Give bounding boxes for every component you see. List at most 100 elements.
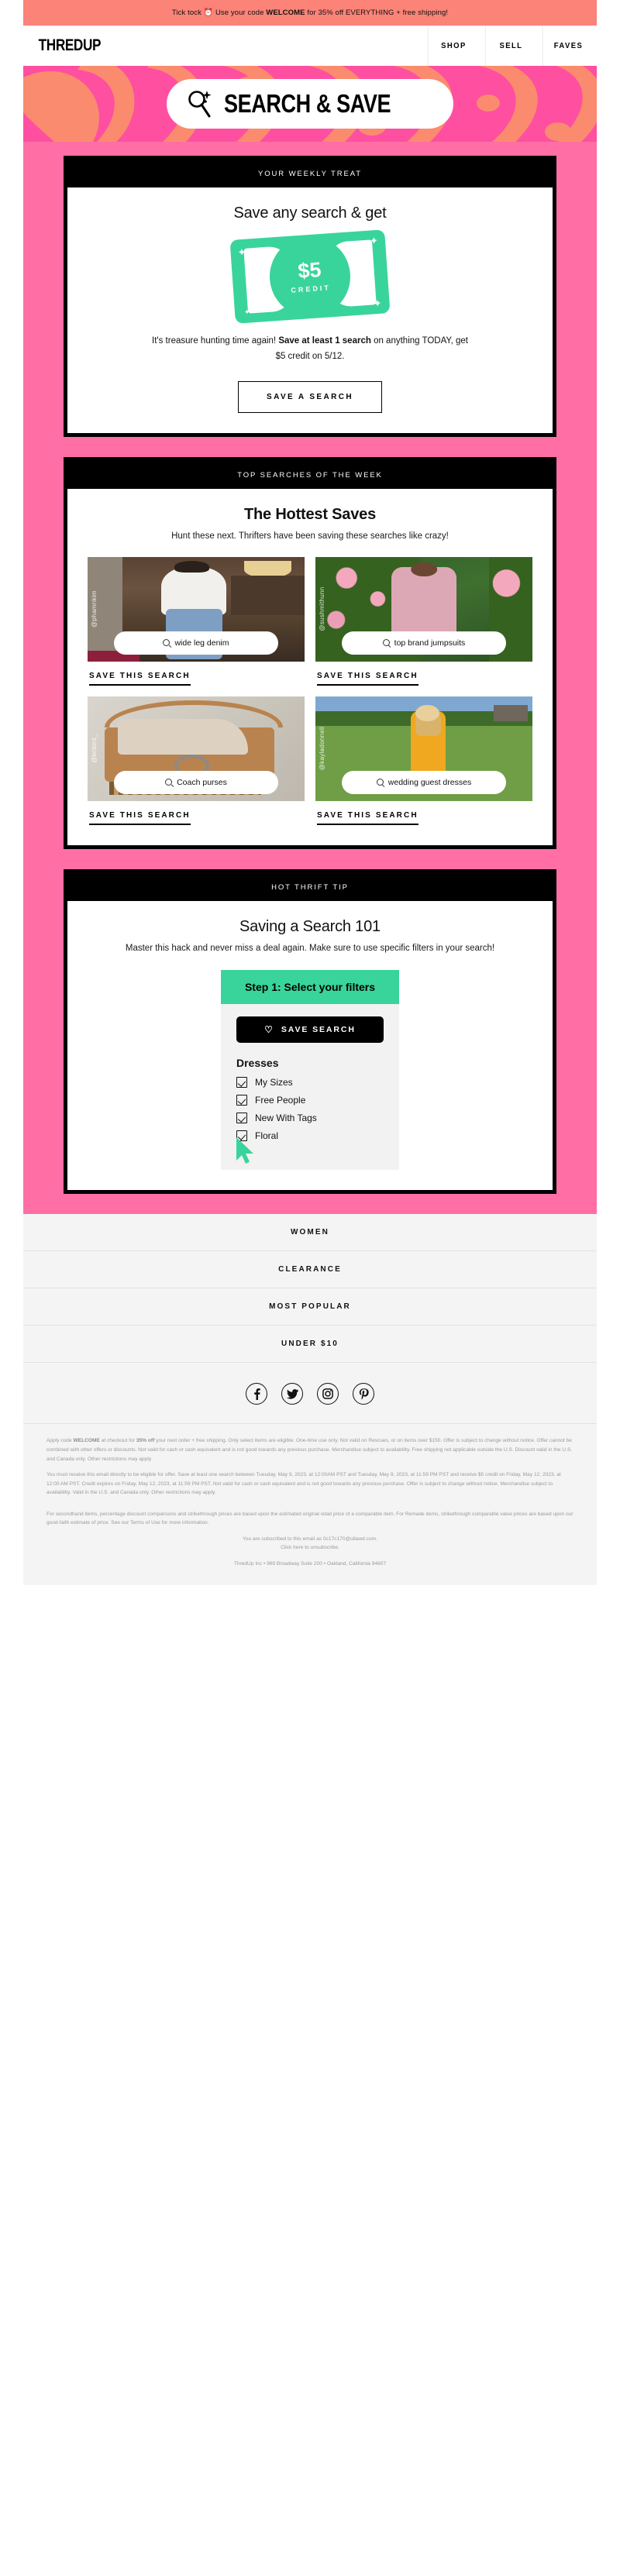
tile-photo-denim: @phamnkim wide leg denim: [88, 556, 305, 662]
sparkle-icon: ✦: [243, 308, 250, 317]
save-a-search-button[interactable]: SAVE A SEARCH: [238, 381, 382, 414]
promo-text-pre: Tick tock: [171, 9, 204, 17]
facebook-icon[interactable]: [246, 1383, 267, 1405]
credit-bill-area: ✦ ✦ ✦ ✦ $5 CREDIT: [88, 222, 532, 324]
search-tile[interactable]: @phamnkim wide leg denim SAVE THIS SEARC…: [88, 556, 305, 686]
instagram-icon[interactable]: [317, 1383, 339, 1405]
card-eyebrow-treat: YOUR WEEKLY TREAT: [67, 160, 553, 187]
mockup-filter-panel: ♡ SAVE SEARCH Dresses My Sizes Free Peop…: [221, 1004, 399, 1171]
treat-copy-a: It's treasure hunting time again!: [152, 336, 279, 346]
app-mockup: Step 1: Select your filters ♡ SAVE SEARC…: [221, 970, 399, 1171]
pink-body: YOUR WEEKLY TREAT Save any search & get …: [23, 142, 597, 1215]
hero-pill: SEARCH & SAVE: [166, 79, 454, 129]
search-query-text: wide leg denim: [174, 638, 229, 648]
save-this-search-link[interactable]: SAVE THIS SEARCH: [88, 811, 305, 825]
pinterest-icon[interactable]: [353, 1383, 374, 1405]
search-query-text: wedding guest dresses: [388, 777, 472, 787]
treat-heading: Save any search & get: [233, 205, 387, 222]
filter-label: Floral: [255, 1130, 279, 1142]
checkbox-checked-icon[interactable]: [236, 1077, 247, 1089]
company-address: ThredUp Inc • 969 Broadway Suite 200 • O…: [233, 1560, 387, 1567]
search-icon: [163, 639, 170, 647]
tile-photo-dresses: @kayladonnell wedding guest dresses: [315, 696, 532, 801]
card-top-searches: TOP SEARCHES OF THE WEEK The Hottest Sav…: [64, 457, 556, 849]
unsubscribe-line-1: You are subscribed to this email as 0c17…: [243, 1536, 377, 1542]
thredup-logo[interactable]: THREDUP: [23, 26, 353, 66]
promo-text-post: for 35% off EVERYTHING + free shipping!: [305, 9, 449, 17]
tip-subtext: Master this hack and never miss a deal a…: [125, 943, 495, 953]
hero-title: SEARCH & SAVE: [223, 89, 391, 118]
filter-checkbox-row[interactable]: My Sizes: [236, 1077, 384, 1089]
search-query-pill[interactable]: Coach purses: [113, 770, 279, 794]
alarm-clock-icon: ⏰: [203, 9, 214, 17]
tile-photo-purses: @bribird_ Coach purses: [88, 696, 305, 801]
search-tile[interactable]: @kayladonnell wedding guest dresses SAVE…: [315, 696, 532, 825]
search-icon: [165, 779, 173, 786]
photo-watermark: @sushmithunn: [319, 586, 326, 631]
search-tile[interactable]: @sushmithunn top brand jumpsuits SAVE TH…: [315, 556, 532, 686]
search-query-pill[interactable]: top brand jumpsuits: [341, 631, 507, 655]
footer-link-women[interactable]: WOMEN: [23, 1214, 597, 1252]
save-search-button[interactable]: ♡ SAVE SEARCH: [236, 1016, 384, 1044]
heart-icon: ♡: [264, 1024, 274, 1036]
legal-text: Apply code WELCOME at checkout for 35% o…: [23, 1424, 597, 1585]
card-body-top: The Hottest Saves Hunt these next. Thrif…: [67, 489, 553, 845]
filter-group-title: Dresses: [236, 1057, 279, 1070]
filter-label: Free People: [255, 1095, 306, 1106]
filter-checkbox-row[interactable]: Floral: [236, 1130, 384, 1142]
search-query-text: top brand jumpsuits: [394, 638, 466, 648]
twitter-icon[interactable]: [281, 1383, 303, 1405]
nav-item-sell[interactable]: SELL: [484, 26, 537, 66]
photo-watermark: @phamnkim: [91, 590, 98, 628]
main-nav: THREDUP SHOP SELL FAVES: [23, 26, 597, 66]
footer-link-most-popular[interactable]: MOST POPULAR: [23, 1288, 597, 1326]
filter-checkbox-row[interactable]: Free People: [236, 1095, 384, 1106]
photo-watermark: @kayladonnell: [319, 727, 326, 771]
legal-paragraph-3: For secondhand items, percentage discoun…: [46, 1511, 574, 1526]
legal-paragraph-1: Apply code WELCOME at checkout for 35% o…: [46, 1438, 573, 1462]
footer: WOMEN CLEARANCE MOST POPULAR UNDER $10 A…: [23, 1214, 597, 1586]
search-icon: [382, 639, 390, 647]
save-this-search-link[interactable]: SAVE THIS SEARCH: [315, 672, 532, 686]
unsubscribe-link[interactable]: Click here to unsubscribe.: [46, 1543, 574, 1553]
step-banner: Step 1: Select your filters: [221, 970, 399, 1005]
search-query-text: Coach purses: [177, 777, 227, 787]
save-this-search-link[interactable]: SAVE THIS SEARCH: [315, 811, 532, 825]
search-query-pill[interactable]: wedding guest dresses: [341, 770, 507, 794]
bill-amount: $5: [297, 258, 322, 284]
email-container: Tick tock ⏰ Use your code WELCOME for 35…: [23, 0, 597, 1586]
promo-code: WELCOME: [266, 9, 305, 17]
dollar-bill-graphic: ✦ ✦ ✦ ✦ $5 CREDIT: [229, 229, 391, 324]
filter-checkbox-row[interactable]: New With Tags: [236, 1113, 384, 1124]
filter-label: New With Tags: [255, 1113, 317, 1124]
promo-text-mid: Use your code: [213, 9, 267, 17]
sparkle-icon: ✦: [237, 246, 247, 259]
card-body-tip: Saving a Search 101 Master this hack and…: [67, 900, 553, 1191]
search-icon: [376, 779, 384, 786]
nav-item-faves[interactable]: FAVES: [542, 26, 594, 66]
checkbox-checked-icon[interactable]: [236, 1113, 247, 1124]
nav-item-shop[interactable]: SHOP: [427, 26, 480, 66]
tip-heading: Saving a Search 101: [239, 917, 381, 935]
card-eyebrow-tip: HOT THRIFT TIP: [67, 872, 553, 901]
tile-photo-jumpsuits: @sushmithunn top brand jumpsuits: [315, 556, 532, 662]
search-sparkle-icon: [188, 91, 212, 118]
search-tile-grid: @phamnkim wide leg denim SAVE THIS SEARC…: [88, 556, 532, 825]
search-tile[interactable]: @bribird_ Coach purses SAVE THIS SEARCH: [88, 696, 305, 825]
card-body-treat: Save any search & get ✦ ✦ ✦ ✦ $5 CREDIT …: [67, 187, 553, 434]
footer-link-under-10[interactable]: UNDER $10: [23, 1326, 597, 1364]
social-links: [23, 1363, 597, 1425]
promo-banner[interactable]: Tick tock ⏰ Use your code WELCOME for 35…: [23, 0, 597, 26]
email-page: Tick tock ⏰ Use your code WELCOME for 35…: [0, 0, 620, 2576]
top-heading: The Hottest Saves: [244, 506, 376, 524]
nav-links: SHOP SELL FAVES: [425, 26, 597, 66]
save-this-search-link[interactable]: SAVE THIS SEARCH: [88, 672, 305, 686]
save-search-label: SAVE SEARCH: [281, 1025, 356, 1035]
legal-paragraph-2: You must receive this email directly to …: [46, 1472, 561, 1496]
checkbox-checked-icon[interactable]: [236, 1095, 247, 1106]
photo-watermark: @bribird_: [91, 734, 98, 764]
footer-link-clearance[interactable]: CLEARANCE: [23, 1251, 597, 1289]
card-thrift-tip: HOT THRIFT TIP Saving a Search 101 Maste…: [64, 868, 556, 1195]
sparkle-icon: ✦: [369, 234, 379, 247]
search-query-pill[interactable]: wide leg denim: [113, 631, 279, 655]
